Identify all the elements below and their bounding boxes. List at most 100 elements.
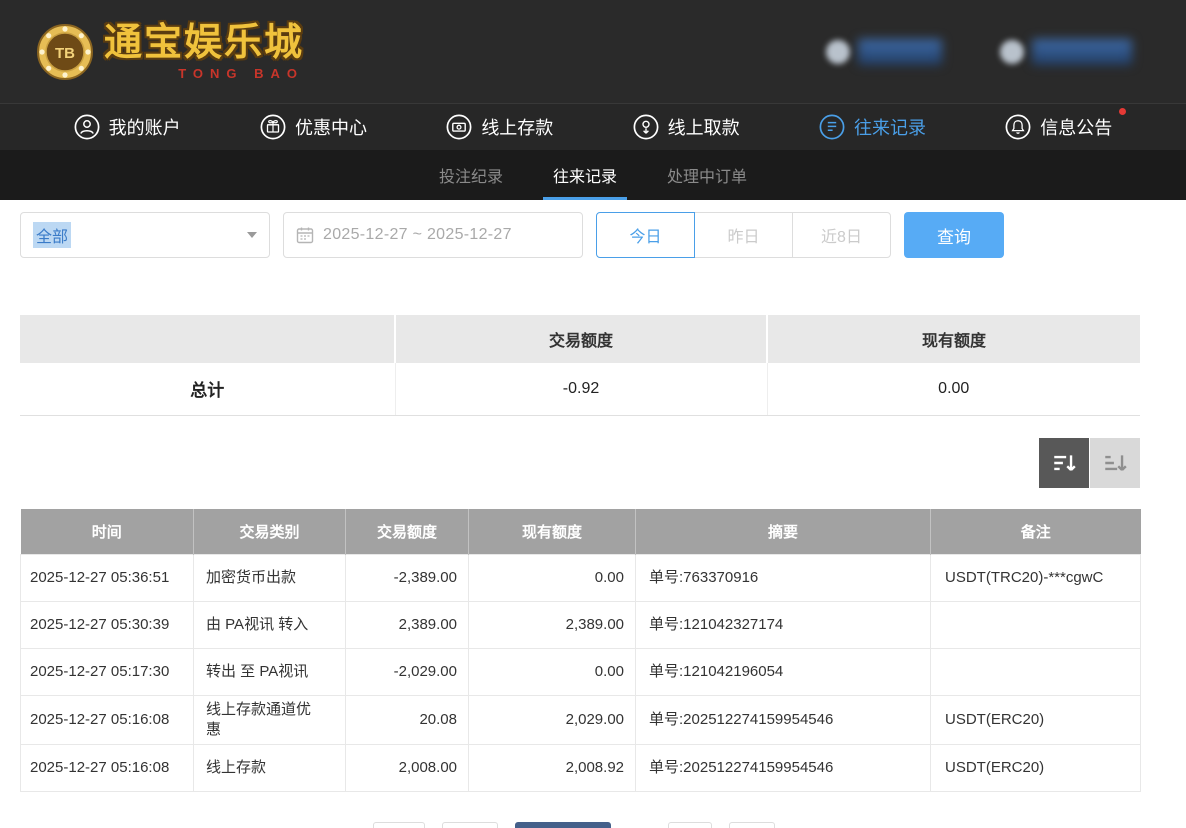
- sort-desc-icon: [1051, 450, 1077, 476]
- cell-summary: 单号:202512274159954546: [636, 745, 931, 792]
- cell-note: USDT(ERC20): [931, 696, 1141, 745]
- pagination-next-button[interactable]: [668, 822, 712, 828]
- cell-type: 线上存款通道优惠: [194, 696, 346, 745]
- tab-processing-orders[interactable]: 处理中订单: [657, 150, 757, 200]
- nav-label: 线上取款: [668, 114, 740, 140]
- table-row: 2025-12-27 05:30:39 由 PA视讯 转入 2,389.00 2…: [21, 602, 1141, 649]
- records-tbody: 2025-12-27 05:36:51 加密货币出款 -2,389.00 0.0…: [21, 555, 1141, 792]
- nav-item-promotions[interactable]: 优惠中心: [260, 114, 367, 140]
- gift-icon: [260, 114, 286, 140]
- summary-header-row: 交易额度 现有额度: [20, 315, 1140, 363]
- cell-type: 线上存款: [194, 745, 346, 792]
- cell-note: [931, 602, 1141, 649]
- cell-time: 2025-12-27 05:16:08: [21, 696, 194, 745]
- chevron-down-icon: [247, 232, 257, 238]
- pagination-page-select[interactable]: [515, 822, 611, 828]
- pagination: [0, 822, 1167, 828]
- table-row: 2025-12-27 05:16:08 线上存款通道优惠 20.08 2,029…: [21, 696, 1141, 745]
- cell-summary: 单号:121042196054: [636, 649, 931, 696]
- logo-title: 通宝娱乐城: [104, 24, 304, 62]
- tab-label: 处理中订单: [667, 163, 747, 187]
- table-row: 2025-12-27 05:17:30 转出 至 PA视讯 -2,029.00 …: [21, 649, 1141, 696]
- col-header-summary: 摘要: [636, 509, 931, 555]
- nav-item-online-deposit[interactable]: 线上存款: [446, 114, 553, 140]
- wallet-icon: [826, 40, 850, 64]
- cell-summary: 单号:763370916: [636, 555, 931, 602]
- cell-summary: 单号:121042327174: [636, 602, 931, 649]
- tab-betting-records[interactable]: 投注纪录: [429, 150, 513, 200]
- last-8-days-button[interactable]: 近8日: [792, 212, 891, 258]
- nav-label: 信息公告: [1040, 114, 1112, 140]
- cell-time: 2025-12-27 05:17:30: [21, 649, 194, 696]
- summary-total-label: 总计: [20, 363, 395, 415]
- summary-transaction-total: -0.92: [395, 363, 767, 415]
- records-header-row: 时间 交易类别 交易额度 现有额度 摘要 备注: [21, 509, 1141, 555]
- type-select[interactable]: 全部: [20, 212, 270, 258]
- summary-header-transaction: 交易额度: [395, 315, 767, 363]
- nav-label: 线上存款: [481, 114, 553, 140]
- cell-balance: 2,008.92: [469, 745, 636, 792]
- table-row: 2025-12-27 05:36:51 加密货币出款 -2,389.00 0.0…: [21, 555, 1141, 602]
- logo-text: 通宝娱乐城 TONG BAO: [104, 24, 304, 80]
- user-account-group[interactable]: [1000, 39, 1132, 65]
- cell-balance: 0.00: [469, 649, 636, 696]
- type-select-value: 全部: [33, 222, 71, 248]
- nav-item-online-withdrawal[interactable]: 线上取款: [633, 114, 740, 140]
- sort-ascending-button[interactable]: [1090, 438, 1140, 488]
- search-button[interactable]: 查询: [904, 212, 1004, 258]
- cell-balance: 2,389.00: [469, 602, 636, 649]
- user-balance-group[interactable]: [826, 39, 942, 65]
- cell-type: 转出 至 PA视讯: [194, 649, 346, 696]
- tab-transaction-records[interactable]: 往来记录: [543, 150, 627, 200]
- cell-balance: 0.00: [469, 555, 636, 602]
- cell-note: USDT(TRC20)-***cgwC: [931, 555, 1141, 602]
- date-range-value: 2025-12-27 ~ 2025-12-27: [323, 226, 512, 244]
- withdraw-icon: [633, 114, 659, 140]
- records-table: 时间 交易类别 交易额度 现有额度 摘要 备注 2025-12-27 05:36…: [20, 509, 1141, 793]
- sort-asc-icon: [1102, 450, 1128, 476]
- pagination-last-button[interactable]: [729, 822, 775, 828]
- cell-type: 加密货币出款: [194, 555, 346, 602]
- col-header-type: 交易类别: [194, 509, 346, 555]
- cell-time: 2025-12-27 05:30:39: [21, 602, 194, 649]
- deposit-icon: [446, 114, 472, 140]
- bell-icon: [1005, 114, 1031, 140]
- cell-amount: -2,029.00: [346, 649, 469, 696]
- pagination-first-button[interactable]: [373, 822, 425, 828]
- user-area: [826, 39, 1132, 65]
- summary-balance-total: 0.00: [767, 363, 1140, 415]
- redacted-username: [1032, 39, 1132, 65]
- yesterday-button[interactable]: 昨日: [694, 212, 793, 258]
- calendar-icon: [296, 226, 314, 244]
- filter-bar: 全部 2025-12-27 ~ 2025-12-27 今日 昨日 近8日 查询: [20, 212, 1166, 258]
- nav-label: 往来记录: [854, 114, 926, 140]
- cell-type: 由 PA视讯 转入: [194, 602, 346, 649]
- user-avatar-icon: [1000, 40, 1024, 64]
- cell-time: 2025-12-27 05:36:51: [21, 555, 194, 602]
- sub-nav: 投注纪录 往来记录 处理中订单: [0, 150, 1186, 200]
- date-range-input[interactable]: 2025-12-27 ~ 2025-12-27: [283, 212, 583, 258]
- logo-chip-icon: TB: [36, 23, 94, 81]
- nav-item-announcements[interactable]: 信息公告: [1005, 114, 1112, 140]
- col-header-time: 时间: [21, 509, 194, 555]
- cell-note: [931, 649, 1141, 696]
- cell-amount: 20.08: [346, 696, 469, 745]
- summary-total-row: 总计 -0.92 0.00: [20, 363, 1140, 415]
- col-header-note: 备注: [931, 509, 1141, 555]
- col-header-amount: 交易额度: [346, 509, 469, 555]
- tab-label: 往来记录: [553, 163, 617, 187]
- nav-item-transaction-records[interactable]: 往来记录: [819, 114, 926, 140]
- pagination-prev-button[interactable]: [442, 822, 498, 828]
- user-icon: [74, 114, 100, 140]
- nav-label: 优惠中心: [295, 114, 367, 140]
- cell-amount: 2,389.00: [346, 602, 469, 649]
- cell-amount: 2,008.00: [346, 745, 469, 792]
- sort-descending-button[interactable]: [1039, 438, 1089, 488]
- col-header-balance: 现有额度: [469, 509, 636, 555]
- brand-logo: TB 通宝娱乐城 TONG BAO: [36, 23, 304, 81]
- redacted-balance: [858, 39, 942, 65]
- nav-item-my-account[interactable]: 我的账户: [74, 114, 181, 140]
- today-button[interactable]: 今日: [596, 212, 695, 258]
- cell-time: 2025-12-27 05:16:08: [21, 745, 194, 792]
- cell-amount: -2,389.00: [346, 555, 469, 602]
